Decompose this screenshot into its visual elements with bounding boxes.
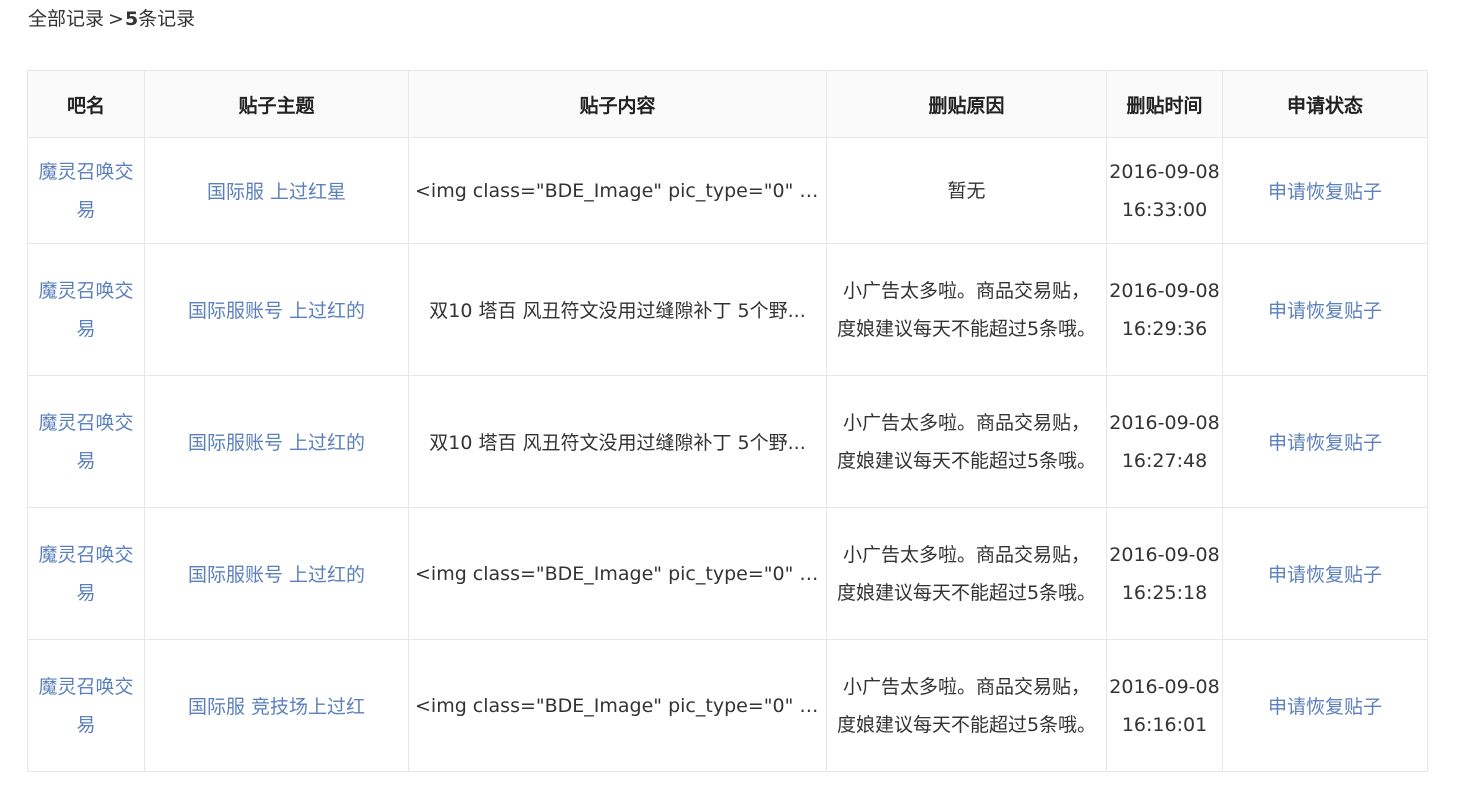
- time-cell: 2016-09-08 16:25:18: [1106, 507, 1223, 640]
- reason-cell: 小广告太多啦。商品交易贴，度娘建议每天不能超过5条哦。: [826, 507, 1107, 640]
- topic-link[interactable]: 国际服账号 上过红的: [188, 564, 365, 586]
- delete-date: 2016-09-08: [1109, 160, 1220, 183]
- topic-link[interactable]: 国际服 上过红星: [207, 181, 346, 203]
- forum-cell: 魔灵召唤交易: [27, 507, 145, 640]
- forum-cell: 魔灵召唤交易: [27, 137, 145, 244]
- content-cell: <img class="BDE_Image" pic_type="0" wi..…: [408, 507, 827, 640]
- forum-link[interactable]: 魔灵召唤交易: [38, 544, 133, 604]
- forum-link[interactable]: 魔灵召唤交易: [38, 161, 133, 221]
- forum-cell: 魔灵召唤交易: [27, 375, 145, 508]
- delete-date: 2016-09-08: [1109, 543, 1220, 566]
- breadcrumb-all-records[interactable]: 全部记录: [28, 8, 104, 30]
- reason-cell: 小广告太多啦。商品交易贴，度娘建议每天不能超过5条哦。: [826, 639, 1107, 772]
- header-delete-reason: 删贴原因: [826, 70, 1107, 138]
- breadcrumb: 全部记录 >5条记录: [28, 6, 195, 32]
- deleted-posts-table: 吧名 贴子主题 贴子内容 删贴原因 删贴时间 申请状态 魔灵召唤交易 国际服 上…: [27, 70, 1428, 772]
- status-cell: 申请恢复贴子: [1222, 639, 1428, 772]
- reason-cell: 暂无: [826, 137, 1107, 244]
- table-row: 魔灵召唤交易 国际服账号 上过红的 双10 塔百 风丑符文没用过缝隙补丁 5个野…: [27, 243, 1428, 376]
- forum-link[interactable]: 魔灵召唤交易: [38, 280, 133, 340]
- time-cell: 2016-09-08 16:16:01: [1106, 639, 1223, 772]
- header-forum-name: 吧名: [27, 70, 145, 138]
- delete-clock: 16:29:36: [1121, 317, 1208, 340]
- header-delete-time: 删贴时间: [1106, 70, 1223, 138]
- table-row: 魔灵召唤交易 国际服 竞技场上过红 <img class="BDE_Image"…: [27, 639, 1428, 772]
- topic-cell: 国际服账号 上过红的: [144, 507, 409, 640]
- delete-clock: 16:16:01: [1121, 713, 1208, 736]
- restore-post-link[interactable]: 申请恢复贴子: [1268, 696, 1382, 718]
- topic-cell: 国际服 竞技场上过红: [144, 639, 409, 772]
- time-cell: 2016-09-08 16:27:48: [1106, 375, 1223, 508]
- content-cell: <img class="BDE_Image" pic_type="0" wi..…: [408, 639, 827, 772]
- time-cell: 2016-09-08 16:33:00: [1106, 137, 1223, 244]
- topic-cell: 国际服 上过红星: [144, 137, 409, 244]
- header-request-status: 申请状态: [1222, 70, 1428, 138]
- forum-link[interactable]: 魔灵召唤交易: [38, 412, 133, 472]
- content-cell: 双10 塔百 风丑符文没用过缝隙补丁 5个野...: [408, 243, 827, 376]
- breadcrumb-separator: >: [108, 8, 124, 30]
- status-cell: 申请恢复贴子: [1222, 137, 1428, 244]
- topic-cell: 国际服账号 上过红的: [144, 243, 409, 376]
- header-post-topic: 贴子主题: [144, 70, 409, 138]
- reason-cell: 小广告太多啦。商品交易贴，度娘建议每天不能超过5条哦。: [826, 243, 1107, 376]
- table-header-row: 吧名 贴子主题 贴子内容 删贴原因 删贴时间 申请状态: [27, 70, 1428, 138]
- restore-post-link[interactable]: 申请恢复贴子: [1268, 564, 1382, 586]
- record-count: 5: [124, 8, 139, 30]
- status-cell: 申请恢复贴子: [1222, 507, 1428, 640]
- content-cell: <img class="BDE_Image" pic_type="0" wi..…: [408, 137, 827, 244]
- delete-date: 2016-09-08: [1109, 279, 1220, 302]
- status-cell: 申请恢复贴子: [1222, 243, 1428, 376]
- record-count-suffix: 条记录: [138, 8, 196, 30]
- reason-cell: 小广告太多啦。商品交易贴，度娘建议每天不能超过5条哦。: [826, 375, 1107, 508]
- topic-cell: 国际服账号 上过红的: [144, 375, 409, 508]
- topic-link[interactable]: 国际服 竞技场上过红: [188, 696, 365, 718]
- delete-clock: 16:33:00: [1121, 198, 1208, 221]
- table-row: 魔灵召唤交易 国际服账号 上过红的 <img class="BDE_Image"…: [27, 507, 1428, 640]
- content-cell: 双10 塔百 风丑符文没用过缝隙补丁 5个野...: [408, 375, 827, 508]
- delete-date: 2016-09-08: [1109, 675, 1220, 698]
- forum-cell: 魔灵召唤交易: [27, 639, 145, 772]
- time-cell: 2016-09-08 16:29:36: [1106, 243, 1223, 376]
- delete-clock: 16:27:48: [1121, 449, 1208, 472]
- table-row: 魔灵召唤交易 国际服 上过红星 <img class="BDE_Image" p…: [27, 137, 1428, 244]
- delete-date: 2016-09-08: [1109, 411, 1220, 434]
- delete-clock: 16:25:18: [1121, 581, 1208, 604]
- forum-cell: 魔灵召唤交易: [27, 243, 145, 376]
- topic-link[interactable]: 国际服账号 上过红的: [188, 432, 365, 454]
- restore-post-link[interactable]: 申请恢复贴子: [1268, 300, 1382, 322]
- header-post-content: 贴子内容: [408, 70, 827, 138]
- topic-link[interactable]: 国际服账号 上过红的: [188, 300, 365, 322]
- table-row: 魔灵召唤交易 国际服账号 上过红的 双10 塔百 风丑符文没用过缝隙补丁 5个野…: [27, 375, 1428, 508]
- restore-post-link[interactable]: 申请恢复贴子: [1268, 181, 1382, 203]
- status-cell: 申请恢复贴子: [1222, 375, 1428, 508]
- restore-post-link[interactable]: 申请恢复贴子: [1268, 432, 1382, 454]
- forum-link[interactable]: 魔灵召唤交易: [38, 676, 133, 736]
